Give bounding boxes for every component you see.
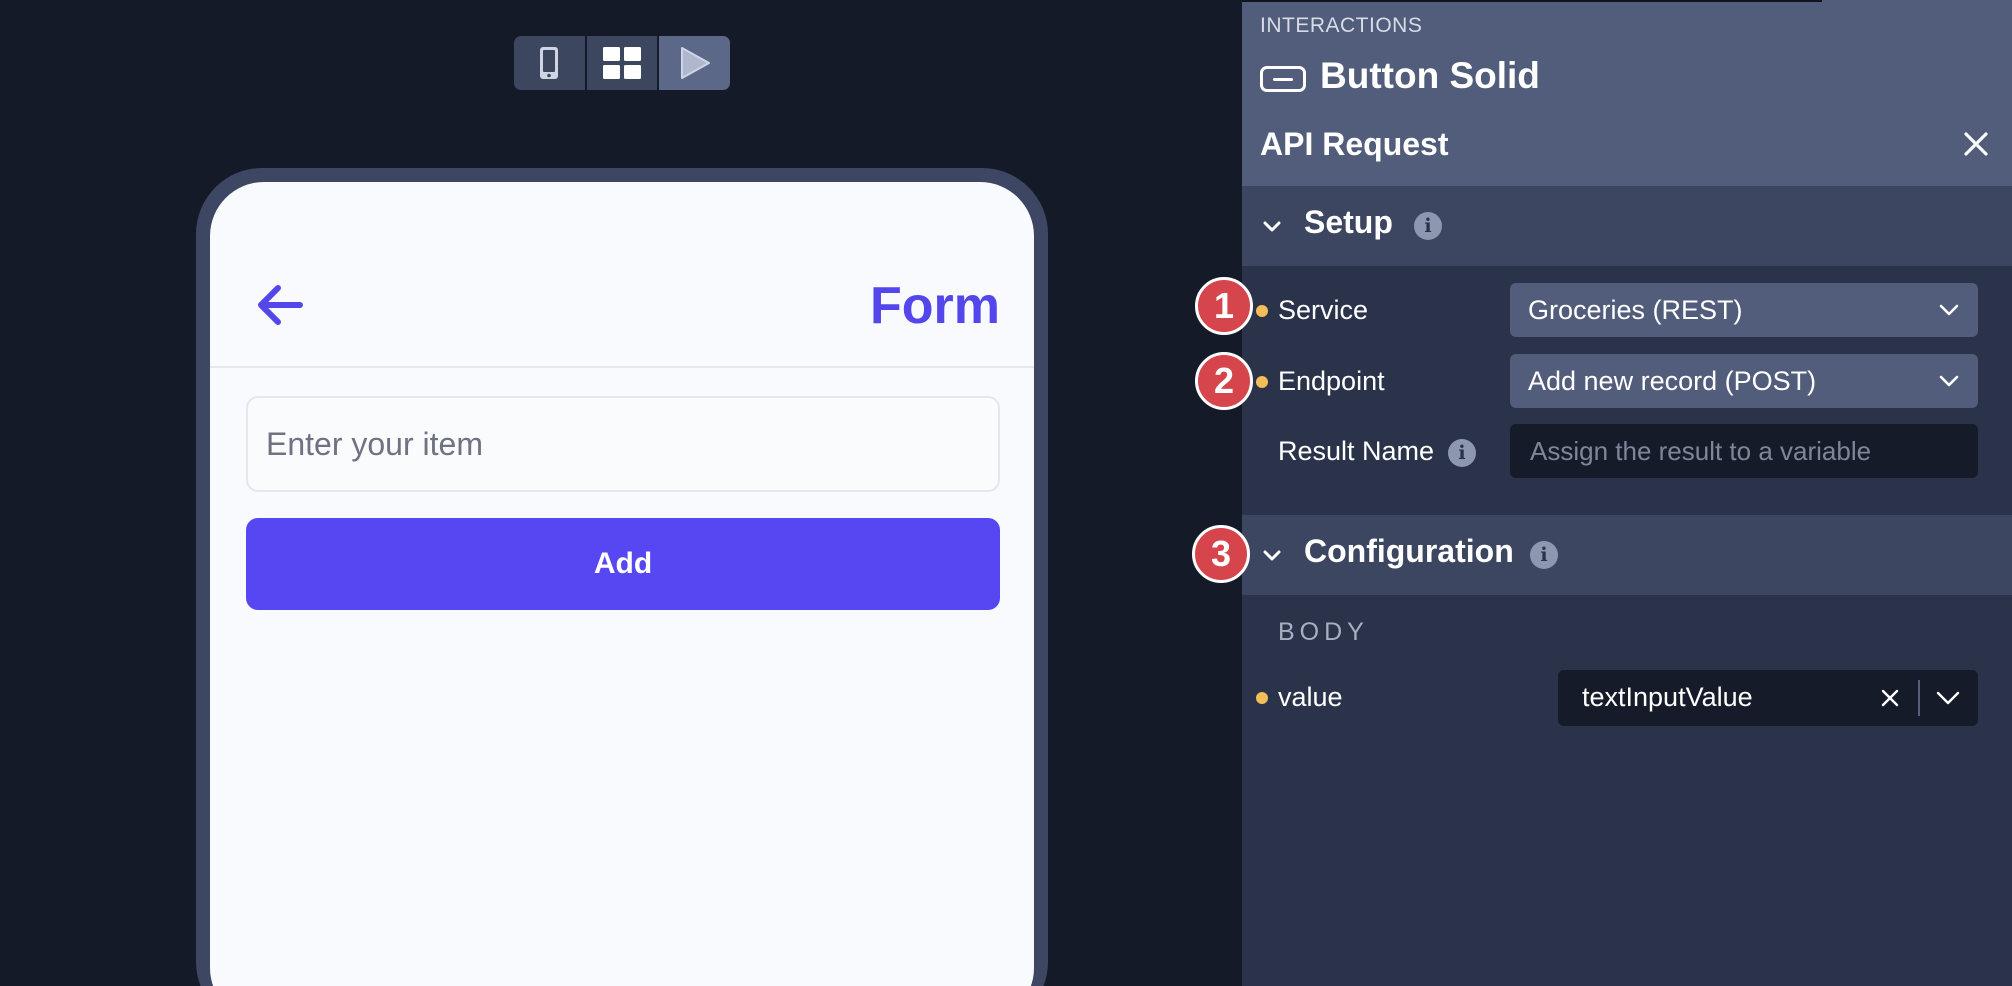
grid-layout-icon bbox=[603, 47, 641, 79]
service-field: Service Groceries (REST) bbox=[1242, 283, 2012, 337]
endpoint-select[interactable]: Add new record (POST) bbox=[1510, 354, 1978, 408]
value-label: value bbox=[1278, 682, 1343, 712]
close-icon bbox=[1964, 132, 1988, 156]
setup-section-header[interactable]: Setup i bbox=[1242, 186, 2012, 266]
endpoint-label: Endpoint bbox=[1278, 366, 1385, 396]
required-indicator bbox=[1256, 376, 1268, 388]
info-icon[interactable]: i bbox=[1530, 541, 1558, 569]
page-title: Form bbox=[870, 277, 1000, 335]
setup-section-title: Setup bbox=[1304, 204, 1393, 240]
info-icon[interactable]: i bbox=[1448, 439, 1476, 467]
body-label: BODY bbox=[1278, 618, 1369, 646]
button-component-icon bbox=[1260, 66, 1306, 92]
endpoint-field: Endpoint Add new record (POST) bbox=[1242, 354, 2012, 408]
service-select[interactable]: Groceries (REST) bbox=[1510, 283, 1978, 337]
arrow-left-icon[interactable] bbox=[254, 280, 304, 330]
result-name-field: Result Name i bbox=[1242, 424, 2012, 478]
chevron-down-icon bbox=[1936, 691, 1960, 705]
chevron-down-icon bbox=[1939, 375, 1959, 387]
play-preview-button[interactable] bbox=[659, 36, 730, 90]
variable-dropdown-toggle[interactable] bbox=[1928, 680, 1968, 716]
result-name-input[interactable] bbox=[1510, 424, 1978, 478]
configuration-section-header[interactable]: Configuration i bbox=[1242, 515, 2012, 595]
play-icon bbox=[680, 47, 710, 79]
phone-screen: Form Add bbox=[210, 182, 1034, 986]
mobile-view-button[interactable] bbox=[514, 36, 585, 90]
chevron-down-icon bbox=[1939, 304, 1959, 316]
step-badge-2: 2 bbox=[1195, 352, 1253, 410]
required-indicator bbox=[1256, 305, 1268, 317]
add-button[interactable]: Add bbox=[246, 518, 1000, 610]
panel-header: INTERACTIONS Button Solid API Request bbox=[1242, 0, 2012, 186]
preview-mode-toolbar bbox=[514, 36, 730, 90]
divider bbox=[1918, 680, 1920, 716]
chevron-down-icon bbox=[1263, 221, 1281, 232]
phone-app-header: Form bbox=[210, 182, 1034, 368]
clear-variable-button[interactable] bbox=[1876, 684, 1904, 712]
variable-select[interactable]: textInputValue bbox=[1558, 670, 1978, 726]
configuration-section-title: Configuration bbox=[1304, 533, 1514, 569]
component-name: Button Solid bbox=[1320, 55, 1540, 96]
interactions-panel: INTERACTIONS Button Solid API Request Se… bbox=[1242, 0, 2012, 986]
variable-select-value: textInputValue bbox=[1582, 682, 1753, 712]
grid-view-button[interactable] bbox=[586, 36, 658, 90]
step-badge-1: 1 bbox=[1195, 277, 1253, 335]
required-indicator bbox=[1256, 692, 1268, 704]
endpoint-select-value: Add new record (POST) bbox=[1528, 365, 1817, 396]
action-title: API Request bbox=[1260, 126, 1449, 162]
service-label: Service bbox=[1278, 295, 1369, 325]
step-badge-3: 3 bbox=[1192, 525, 1250, 583]
service-select-value: Groceries (REST) bbox=[1528, 294, 1743, 325]
panel-section-label: INTERACTIONS bbox=[1260, 14, 1423, 37]
info-icon[interactable]: i bbox=[1414, 212, 1442, 240]
mobile-device-icon bbox=[540, 47, 559, 79]
close-icon bbox=[1881, 689, 1899, 707]
result-name-label: Result Name bbox=[1278, 436, 1435, 466]
loading-bar bbox=[1242, 0, 1822, 2]
value-field: value textInputValue bbox=[1242, 670, 2012, 726]
close-button[interactable] bbox=[1958, 126, 1994, 162]
chevron-down-icon bbox=[1263, 550, 1281, 561]
item-input[interactable] bbox=[246, 396, 1000, 492]
